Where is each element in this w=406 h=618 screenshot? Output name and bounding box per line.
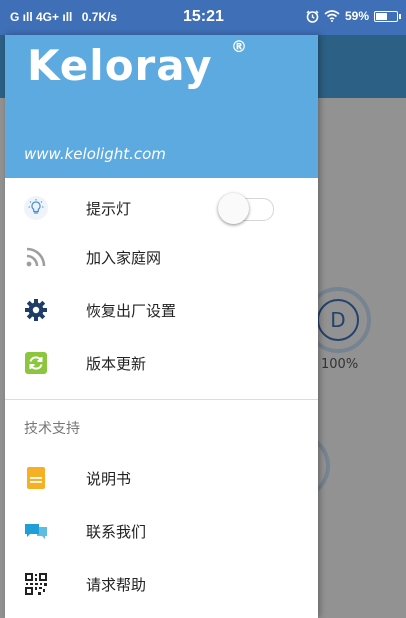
menu-label-version-update: 版本更新: [86, 355, 147, 373]
brand-logo: Keloray ®: [27, 37, 247, 90]
menu-label-contact-us: 联系我们: [86, 523, 147, 541]
status-left: G ıll 4G+ ıll 0.7K/s: [10, 10, 117, 24]
network-speed: 0.7K/s: [81, 10, 118, 24]
brand-name: Keloray: [27, 41, 213, 90]
signal-text: G ıll 4G+ ıll: [10, 10, 73, 24]
chat-icon: [25, 524, 47, 539]
menu-label-request-help: 请求帮助: [86, 576, 147, 594]
status-right: 59%: [306, 9, 401, 23]
manual-icon: [27, 467, 45, 489]
menu-item-contact-us[interactable]: 联系我们: [5, 505, 318, 558]
website-link[interactable]: www.kelolight.com: [24, 145, 166, 163]
bulb-icon: [24, 196, 48, 220]
refresh-icon: [25, 352, 47, 374]
menu-item-request-help[interactable]: 请求帮助: [5, 558, 318, 611]
menu-item-factory-reset[interactable]: 恢复出厂设置: [5, 284, 318, 337]
navigation-drawer: Keloray ® www.kelolight.com 提示灯 加入家庭网 恢复…: [5, 35, 318, 618]
section-header-tech-support: 技术支持: [5, 400, 318, 452]
wifi-icon: [324, 10, 340, 22]
menu-label-manual: 说明书: [86, 470, 132, 488]
qrcode-icon: [25, 573, 47, 595]
menu-item-join-home-network[interactable]: 加入家庭网: [5, 231, 318, 284]
menu-item-indicator-light[interactable]: 提示灯: [5, 178, 318, 231]
toggle-knob: [218, 193, 249, 224]
indicator-light-toggle[interactable]: [218, 191, 274, 227]
menu-label-join-home-network: 加入家庭网: [86, 249, 162, 267]
clock: 15:21: [183, 8, 224, 25]
rss-icon: [26, 247, 46, 267]
drawer-header: Keloray ® www.kelolight.com: [5, 35, 318, 178]
menu-item-version-update[interactable]: 版本更新: [5, 337, 318, 390]
menu-item-manual[interactable]: 说明书: [5, 452, 318, 505]
registered-mark: ®: [231, 37, 248, 56]
status-bar: G ıll 4G+ ıll 0.7K/s 15:21 59%: [0, 0, 406, 35]
menu-label-factory-reset: 恢复出厂设置: [86, 302, 177, 320]
battery-percent: 59%: [344, 9, 369, 23]
alarm-icon: [306, 9, 319, 23]
menu-label-indicator-light: 提示灯: [86, 200, 132, 218]
drawer-menu: 提示灯 加入家庭网 恢复出厂设置 版本更新 技术支持 说明书 联系我们 请求帮助: [5, 178, 318, 611]
battery-icon: [374, 10, 401, 22]
section-title: 技术支持: [24, 421, 80, 437]
gear-icon: [25, 299, 47, 321]
